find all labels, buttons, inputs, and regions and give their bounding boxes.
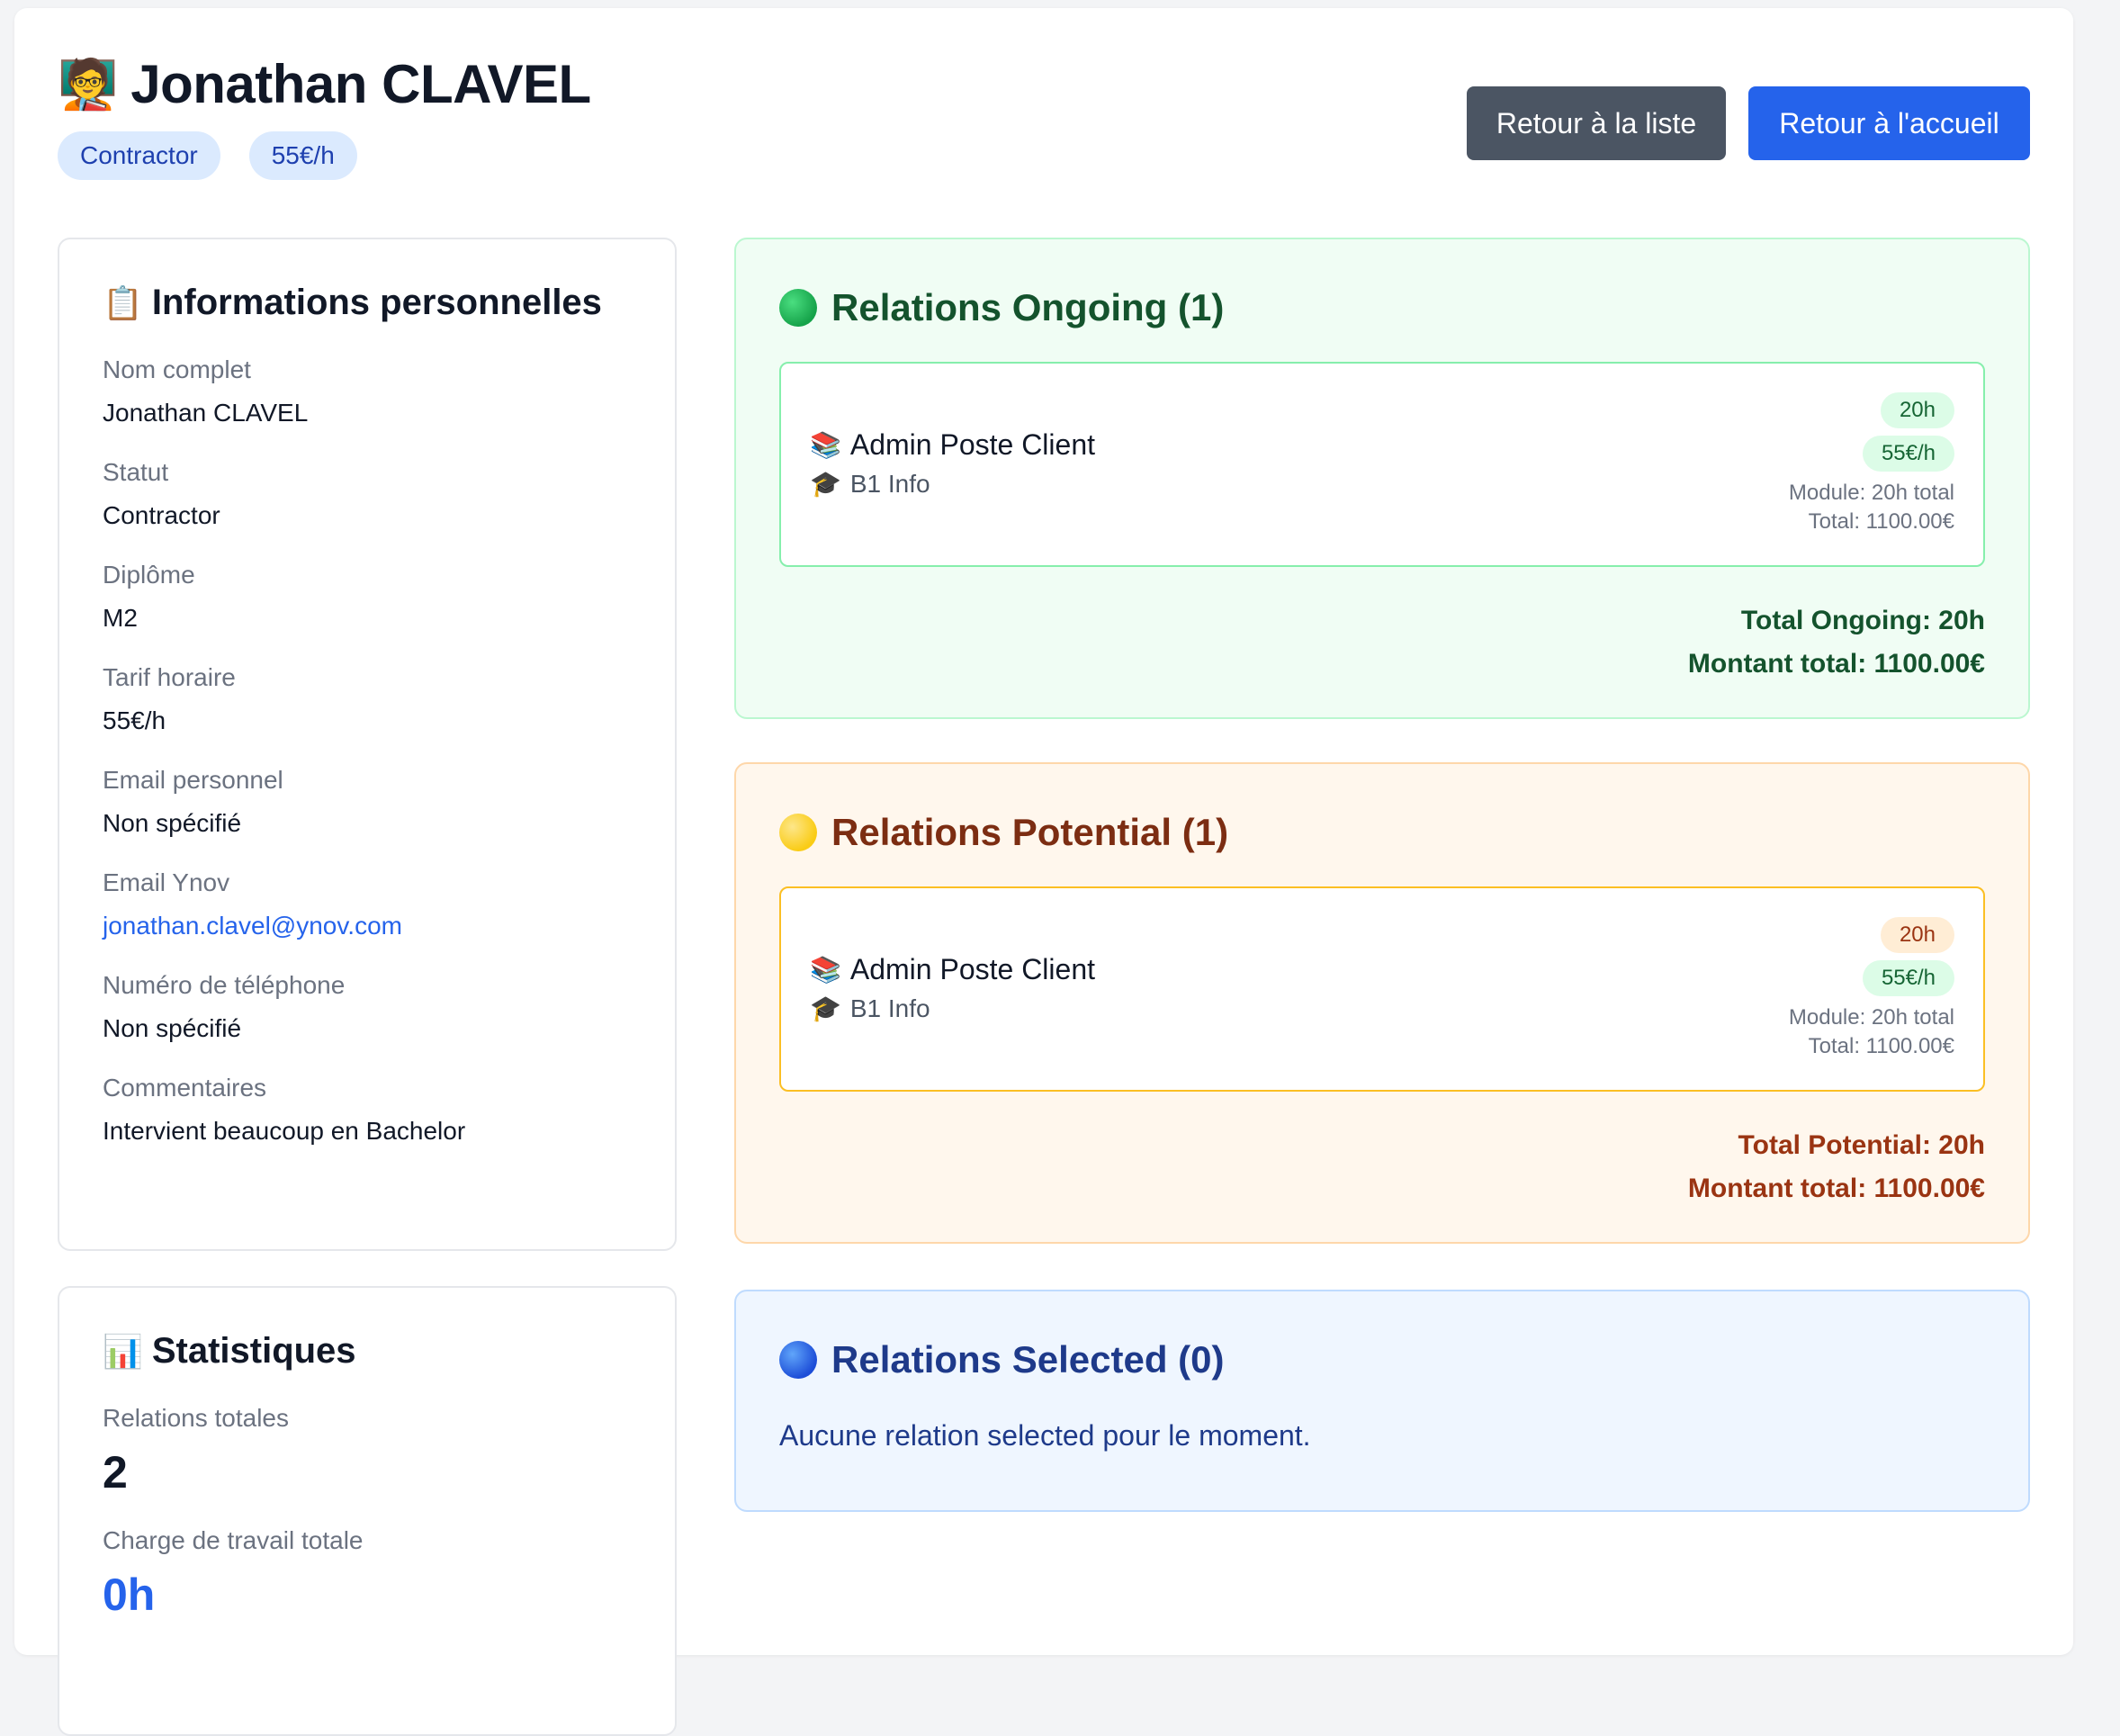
relation-item[interactable]: 📚 Admin Poste Client 🎓 B1 Info 20h 55€/h… [779, 362, 1985, 567]
stat-value-workload: 0h [103, 1570, 156, 1620]
ynov-email-link[interactable]: jonathan.clavel@ynov.com [103, 908, 632, 944]
potential-total-amount: Montant total: 1100.00€ [1687, 1174, 1985, 1203]
field-label-status: Statut [103, 458, 169, 486]
bar-chart-icon: 📊 [103, 1332, 143, 1370]
hours-badge: 20h [1880, 917, 1954, 953]
teacher-icon: 🧑‍🏫 [58, 57, 119, 112]
relation-module: 📚 Admin Poste Client [810, 428, 1095, 462]
potential-total-hours: Total Potential: 20h [1738, 1130, 1985, 1160]
relation-class: 🎓 B1 Info [810, 469, 1095, 499]
relations-ongoing-card: Relations Ongoing (1) 📚 Admin Poste Clie… [734, 238, 2030, 719]
field-label-full-name: Nom complet [103, 355, 251, 383]
field-value-personal-email: Non spécifié [103, 809, 242, 837]
field-label-personal-email: Email personnel [103, 766, 283, 794]
relations-selected-title: Relations Selected (0) [779, 1338, 1985, 1381]
field-value-full-name: Jonathan CLAVEL [103, 399, 309, 427]
stat-label-total-relations: Relations totales [103, 1404, 290, 1432]
field-value-diploma: M2 [103, 604, 138, 632]
rate-badge: 55€/h [1862, 436, 1954, 472]
page-title: Jonathan CLAVEL [130, 54, 591, 114]
relation-module-name: Admin Poste Client [849, 953, 1095, 985]
relations-potential-heading: Relations Potential (1) [831, 811, 1229, 853]
potential-totals: Total Potential: 20h Montant total: 1100… [779, 1124, 1985, 1210]
rate-badge: 55€/h [1862, 960, 1954, 996]
relation-module-name: Admin Poste Client [849, 428, 1095, 461]
field-value-hourly-rate: 55€/h [103, 706, 166, 734]
graduation-cap-icon: 🎓 [810, 470, 841, 498]
relations-selected-heading: Relations Selected (0) [831, 1338, 1225, 1381]
relation-item-info: 📚 Admin Poste Client 🎓 B1 Info [810, 953, 1095, 1023]
selected-empty-message: Aucune relation selected pour le moment. [779, 1419, 1311, 1452]
relations-ongoing-heading: Relations Ongoing (1) [831, 286, 1225, 328]
field-label-comments: Commentaires [103, 1074, 267, 1102]
relation-total: Total: 1100.00€ [1808, 509, 1954, 534]
relation-item-info: 📚 Admin Poste Client 🎓 B1 Info [810, 428, 1095, 499]
blue-circle-icon [779, 1341, 817, 1379]
relation-total: Total: 1100.00€ [1808, 1034, 1954, 1058]
relations-potential-title: Relations Potential (1) [779, 811, 1985, 854]
field-label-diploma: Diplôme [103, 561, 195, 589]
module-total: Module: 20h total [1788, 1005, 1954, 1030]
personal-info-card: 📋 Informations personnelles Nom complet … [58, 238, 677, 1251]
books-icon: 📚 [810, 956, 841, 984]
statistics-heading: Statistiques [151, 1331, 356, 1371]
relation-class: 🎓 B1 Info [810, 994, 1095, 1023]
status-badge: Contractor [58, 131, 220, 180]
hours-badge: 20h [1880, 392, 1954, 428]
header-actions: Retour à la liste Retour à l'accueil [1467, 86, 2030, 160]
field-value-comments: Intervient beaucoup en Bachelor [103, 1117, 466, 1145]
field-label-hourly-rate: Tarif horaire [103, 663, 236, 691]
relation-class-name: B1 Info [849, 994, 930, 1022]
graduation-cap-icon: 🎓 [810, 994, 841, 1022]
relation-item-meta: 20h 55€/h Module: 20h total Total: 1100.… [1789, 392, 1954, 536]
books-icon: 📚 [810, 431, 841, 459]
stat-label-workload: Charge de travail totale [103, 1526, 364, 1554]
relation-class-name: B1 Info [849, 469, 930, 498]
relations-ongoing-title: Relations Ongoing (1) [779, 286, 1985, 329]
stat-value-total-relations: 2 [103, 1447, 128, 1498]
rate-badge: 55€/h [248, 131, 357, 180]
clipboard-icon: 📋 [103, 283, 143, 321]
page-container: 🧑‍🏫 Jonathan CLAVEL Contractor 55€/h Ret… [14, 8, 2073, 1736]
statistics-title: 📊 Statistiques [103, 1331, 632, 1372]
field-label-ynov-email: Email Ynov [103, 868, 230, 896]
green-circle-icon [779, 289, 817, 327]
ongoing-total-amount: Montant total: 1100.00€ [1687, 649, 1985, 679]
field-value-status: Contractor [103, 501, 220, 529]
field-value-phone: Non spécifié [103, 1014, 242, 1042]
back-to-home-button[interactable]: Retour à l'accueil [1748, 86, 2030, 160]
relation-module: 📚 Admin Poste Client [810, 953, 1095, 986]
field-label-phone: Numéro de téléphone [103, 971, 346, 999]
personal-info-heading: Informations personnelles [151, 283, 602, 322]
module-total: Module: 20h total [1788, 481, 1954, 505]
ongoing-totals: Total Ongoing: 20h Montant total: 1100.0… [779, 599, 1985, 686]
yellow-circle-icon [779, 814, 817, 851]
page-header: 🧑‍🏫 Jonathan CLAVEL Contractor 55€/h Ret… [58, 53, 2030, 197]
ongoing-total-hours: Total Ongoing: 20h [1740, 606, 1985, 635]
relations-potential-card: Relations Potential (1) 📚 Admin Poste Cl… [734, 762, 2030, 1244]
relation-item-meta: 20h 55€/h Module: 20h total Total: 1100.… [1789, 917, 1954, 1061]
personal-info-title: 📋 Informations personnelles [103, 283, 632, 323]
relations-selected-card: Relations Selected (0) Aucune relation s… [734, 1290, 2030, 1512]
relation-item[interactable]: 📚 Admin Poste Client 🎓 B1 Info 20h 55€/h… [779, 886, 1985, 1092]
statistics-card: 📊 Statistiques Relations totales 2 Charg… [58, 1286, 677, 1736]
back-to-list-button[interactable]: Retour à la liste [1467, 86, 1726, 160]
